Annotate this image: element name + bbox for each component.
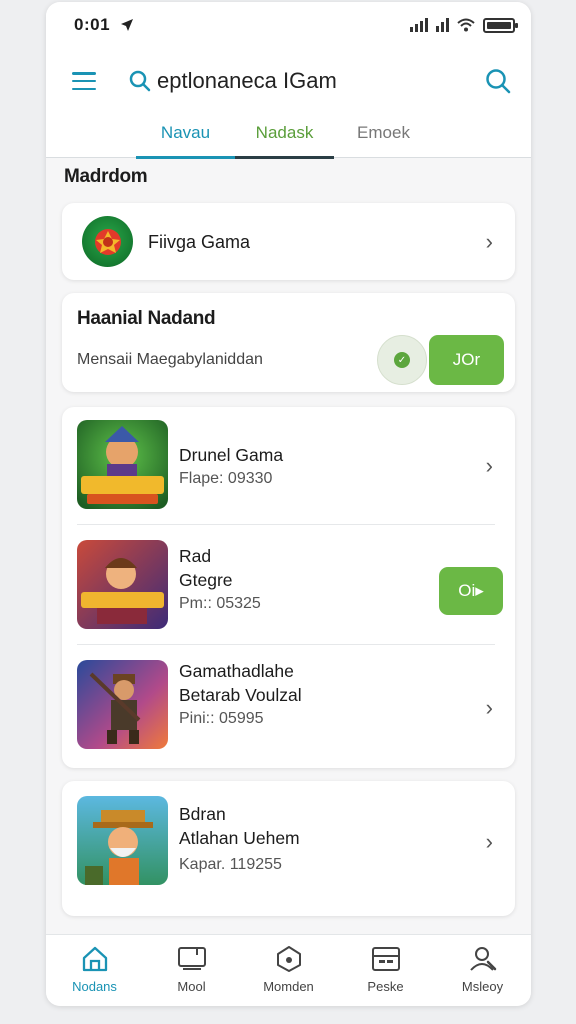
status-bar: 0:01: [46, 2, 531, 48]
bottom-nav: Nodans Mool Momden Peske Msleoy: [46, 934, 531, 1006]
game-meta: Pini:: 05995: [179, 710, 264, 727]
game-thumbnail-image: [77, 796, 168, 885]
game-title: Bdran: [179, 804, 226, 824]
inbox-icon: [371, 947, 400, 971]
tab-bar: Navau Nadask Emoek: [46, 114, 531, 159]
profile-icon: [469, 947, 496, 971]
check-icon: ✓: [394, 352, 410, 368]
nav-item-momden[interactable]: Momden: [240, 935, 337, 1006]
board-icon: [177, 947, 206, 970]
nav-item-nodans[interactable]: Nodans: [46, 935, 143, 1006]
game-title: Drunel Gama: [179, 445, 284, 465]
promo-card: Haanial Nadand Mensaii Maegabylaniddan ✓…: [62, 293, 515, 392]
location-arrow-icon: [121, 19, 134, 31]
chevron-right-icon[interactable]: ›: [486, 695, 493, 721]
tab-emoek[interactable]: Emoek: [334, 114, 433, 157]
promo-subtitle: Mensaii Maegabylaniddan: [77, 351, 263, 368]
game-subtitle: Gtegre: [179, 570, 233, 590]
search-button-icon[interactable]: [485, 68, 511, 94]
game-meta: Flape: 09330: [179, 470, 273, 487]
game-title: Gamathadlahe: [179, 661, 294, 681]
section-title: Madrdom: [64, 166, 148, 187]
signal-icon-2: [436, 18, 449, 32]
game-meta: Kapar. 119255: [179, 856, 282, 873]
phone-screen: 0:01 eptlonaneca IGam Navau Nadask Emoek…: [46, 2, 531, 1006]
nav-label: Mool: [177, 979, 206, 994]
nav-label: Peske: [367, 979, 404, 994]
battery-icon: [483, 17, 518, 33]
tab-navau[interactable]: Navau: [136, 114, 235, 159]
game-meta: Pm:: 05325: [179, 595, 261, 612]
join-button[interactable]: JOr: [429, 335, 504, 385]
status-time: 0:01: [74, 15, 111, 34]
game-thumbnail-image: [77, 540, 168, 629]
nav-item-msleoy[interactable]: Msleoy: [434, 935, 531, 1006]
signal-icon: [410, 18, 428, 32]
search-bar: [129, 68, 485, 94]
tab-nadask[interactable]: Nadask: [235, 114, 334, 159]
search-input[interactable]: [151, 68, 381, 94]
nav-label: Msleoy: [461, 979, 504, 994]
tab-label: Nadask: [255, 123, 314, 142]
tab-label: Emoek: [357, 123, 410, 142]
list-item[interactable]: Bdran Atlahan Uehem Kapar. 119255 ›: [62, 781, 515, 916]
check-toggle[interactable]: ✓: [377, 335, 427, 385]
list-item[interactable]: Drunel Gama Flape: 09330 ›: [62, 407, 515, 527]
play-button[interactable]: Oi▸: [439, 567, 503, 615]
menu-icon[interactable]: [72, 72, 96, 90]
featured-label: Fiivga Gama: [148, 232, 251, 252]
list-item[interactable]: Rad Gtegre Pm:: 05325 Oi▸: [62, 525, 515, 645]
game-title: Rad: [179, 546, 212, 566]
wifi-icon: [457, 18, 475, 32]
nav-label: Nodans: [72, 979, 117, 994]
nav-item-mool[interactable]: Mool: [143, 935, 240, 1006]
game-logo-icon: [82, 216, 133, 267]
home-icon: [82, 946, 107, 972]
featured-card[interactable]: Fiivga Gama ›: [62, 203, 515, 280]
search-icon: [129, 70, 151, 92]
shield-icon: [276, 946, 301, 972]
chevron-right-icon[interactable]: ›: [486, 229, 493, 255]
game-list: Drunel Gama Flape: 09330 › Rad Gtegre Pm…: [62, 407, 515, 768]
nav-item-peske[interactable]: Peske: [337, 935, 434, 1006]
game-subtitle: Betarab Voulzal: [179, 685, 302, 705]
chevron-right-icon[interactable]: ›: [486, 829, 493, 855]
list-item[interactable]: Gamathadlahe Betarab Voulzal Pini:: 0599…: [62, 645, 515, 765]
promo-title: Haanial Nadand: [77, 308, 216, 329]
nav-label: Momden: [263, 979, 314, 994]
app-bar: [46, 48, 531, 114]
game-thumbnail-image: [77, 420, 168, 509]
tab-label: Navau: [160, 123, 211, 142]
game-thumbnail-image: [77, 660, 168, 749]
chevron-right-icon[interactable]: ›: [486, 453, 493, 479]
game-subtitle: Atlahan Uehem: [179, 828, 300, 848]
